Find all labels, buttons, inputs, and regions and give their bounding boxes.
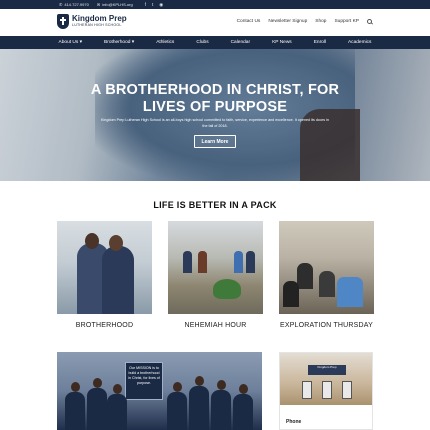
caption-exploration-thursday[interactable]: EXPLORATION THURSDAY	[279, 322, 374, 329]
site-header: Kingdom Prep LUTHERAN HIGH SCHOOL Contac…	[0, 9, 430, 36]
util-link-newsletter[interactable]: Newsletter Signup	[268, 19, 307, 24]
hero-title: A BROTHERHOOD IN CHRIST, FOR LIVES OF PU…	[0, 82, 430, 116]
hero-banner: A BROTHERHOOD IN CHRIST, FOR LIVES OF PU…	[0, 49, 430, 181]
crest-icon	[57, 14, 69, 29]
brotherhood-photo	[57, 221, 152, 314]
card-exploration-thursday[interactable]	[279, 221, 374, 314]
section-title: LIFE IS BETTER IN A PACK	[153, 200, 277, 210]
nehemiah-hour-photo	[168, 221, 263, 314]
nav-enroll[interactable]: Enroll	[303, 40, 337, 45]
search-icon[interactable]	[367, 19, 372, 24]
school-building-photo: Kingdom Prep	[280, 353, 372, 405]
contact-card: Kingdom Prep Phone	[279, 352, 373, 430]
nav-academics[interactable]: Academics	[337, 40, 382, 45]
nav-athletics[interactable]: Athletics	[145, 40, 185, 45]
util-link-support[interactable]: Support KP	[334, 19, 359, 24]
nav-kp-news[interactable]: KP News	[261, 40, 303, 45]
instagram-icon[interactable]: ◉	[159, 2, 163, 8]
card-nehemiah-hour[interactable]	[168, 221, 263, 314]
phone-icon: ✆	[59, 2, 63, 7]
nav-clubs[interactable]: Clubs	[185, 40, 219, 45]
top-bar: ✆ 414.727.9970 ✉ info@KPLHS.org f t ◉	[0, 0, 430, 9]
card-brotherhood[interactable]	[57, 221, 152, 314]
logo-subtitle: LUTHERAN HIGH SCHOOL	[72, 23, 122, 27]
building-sign: Kingdom Prep	[308, 365, 346, 375]
learn-more-button[interactable]: Learn More	[194, 135, 236, 148]
nav-about[interactable]: About Us ▾	[48, 40, 93, 45]
hero-text: Kingdom Prep Lutheran High School is an …	[101, 118, 329, 128]
site-logo[interactable]: Kingdom Prep LUTHERAN HIGH SCHOOL	[57, 14, 127, 29]
caption-brotherhood[interactable]: BROTHERHOOD	[57, 322, 152, 329]
util-link-contact[interactable]: Contact Us	[237, 19, 261, 24]
email-address: info@KPLHS.org	[102, 2, 133, 7]
twitter-icon[interactable]: t	[152, 2, 153, 8]
util-link-shop[interactable]: Shop	[315, 19, 326, 24]
hero-title-line2: LIVES OF PURPOSE	[142, 99, 288, 115]
mission-photo: Our MISSION is to build a brotherhood in…	[57, 352, 262, 430]
social-links: f t ◉	[145, 2, 163, 8]
facebook-icon[interactable]: f	[145, 2, 146, 8]
phone-label: Phone	[286, 419, 302, 425]
email-contact[interactable]: ✉ info@KPLHS.org	[97, 2, 133, 7]
exploration-thursday-photo	[279, 221, 374, 314]
phone-contact[interactable]: ✆ 414.727.9970	[59, 2, 89, 7]
main-nav: About Us ▾ Brotherhood ▾ Athletics Clubs…	[0, 36, 430, 49]
nav-brotherhood[interactable]: Brotherhood ▾	[93, 40, 145, 45]
logo-name: Kingdom Prep	[72, 14, 127, 23]
caption-nehemiah-hour[interactable]: NEHEMIAH HOUR	[168, 322, 263, 329]
utility-nav: Contact Us Newsletter Signup Shop Suppor…	[237, 19, 372, 24]
mission-sign: Our MISSION is to build a brotherhood in…	[125, 362, 163, 400]
hero-title-line1: A BROTHERHOOD IN CHRIST, FOR	[90, 82, 340, 98]
mail-icon: ✉	[96, 2, 101, 7]
phone-number: 414.727.9970	[64, 2, 89, 7]
nav-calendar[interactable]: Calendar	[220, 40, 261, 45]
